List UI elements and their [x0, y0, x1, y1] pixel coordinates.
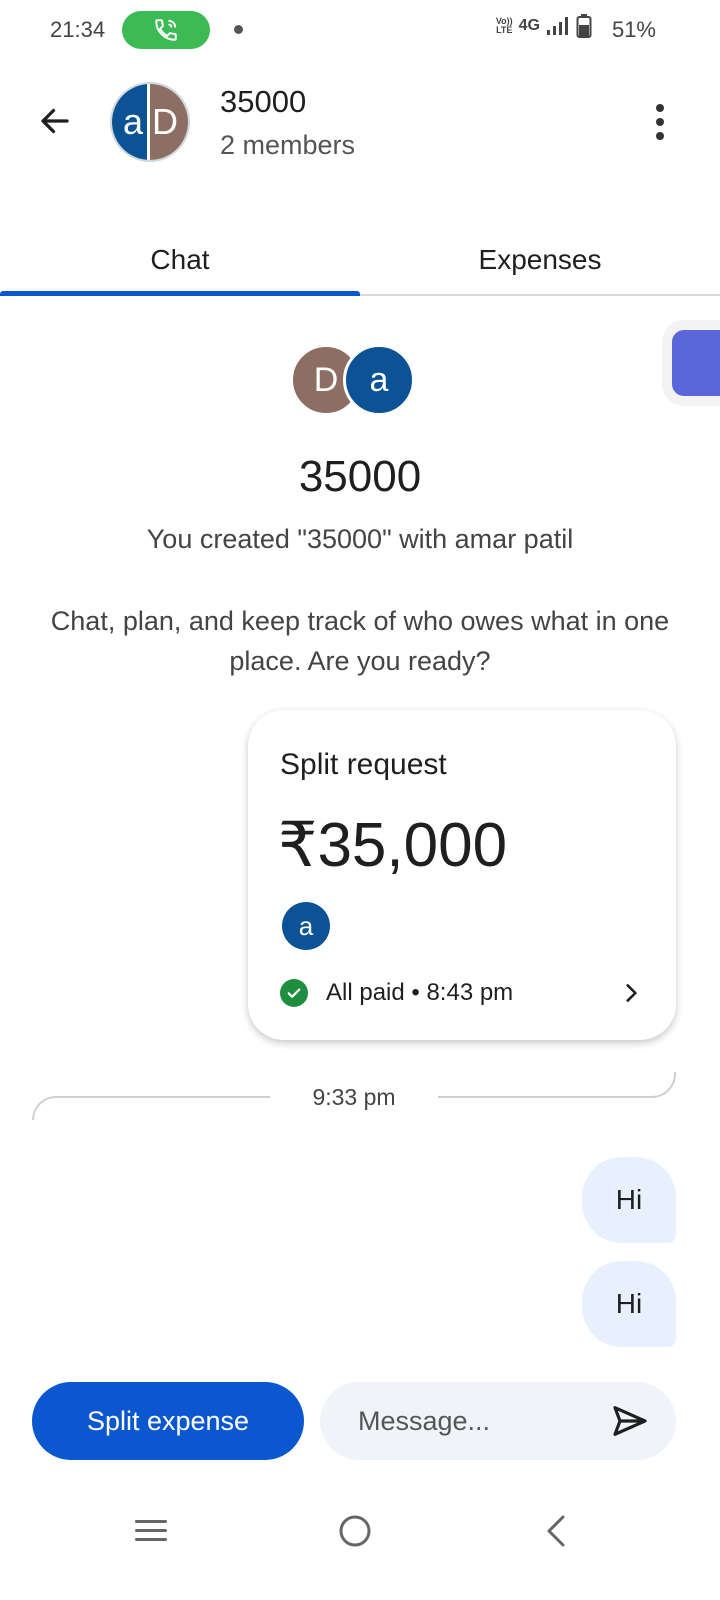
split-amount: ₹35,000 — [278, 811, 508, 880]
group-title[interactable]: 35000 — [220, 84, 306, 120]
avatar-half-a: a — [112, 84, 150, 160]
status-bar: 21:34 Vo)) LTE 4G 51% — [0, 0, 720, 60]
intro-description: Chat, plan, and keep track of who owes w… — [50, 606, 670, 676]
ongoing-call-pill[interactable] — [122, 11, 210, 49]
split-request-card[interactable]: Split request ₹35,000 a All paid • 8:43 … — [248, 710, 676, 1040]
time-divider: 9:33 pm — [32, 1072, 676, 1122]
tab-expenses[interactable]: Expenses — [360, 226, 720, 294]
nav-home-button[interactable] — [330, 1508, 380, 1554]
signal-icon — [547, 17, 568, 35]
split-request-label: Split request — [280, 748, 447, 781]
members-avatars: D a — [290, 344, 420, 416]
split-expense-button[interactable]: Split expense — [32, 1382, 304, 1460]
battery-icon — [576, 14, 592, 38]
arrow-left-icon — [41, 108, 69, 134]
check-circle-icon — [280, 979, 308, 1007]
created-text: You created "35000" with amar patil — [146, 524, 574, 554]
notification-dot — [234, 25, 243, 34]
split-status-row[interactable]: All paid • 8:43 pm — [280, 976, 644, 1010]
floating-side-button[interactable] — [672, 330, 720, 396]
back-button[interactable] — [30, 96, 80, 146]
more-vert-icon — [656, 104, 664, 112]
home-circle-icon — [339, 1515, 371, 1547]
volte-indicator: Vo)) LTE — [495, 16, 513, 35]
phone-call-icon — [155, 19, 177, 41]
menu-icon — [135, 1520, 167, 1541]
divider-time: 9:33 pm — [312, 1084, 396, 1110]
avatar: a — [343, 344, 415, 416]
avatar-half-d: D — [150, 84, 188, 160]
tab-bar: Chat Expenses — [0, 226, 720, 296]
nav-back-button[interactable] — [532, 1508, 582, 1554]
send-icon[interactable] — [610, 1401, 650, 1441]
chevron-left-icon — [547, 1515, 565, 1547]
nav-recents-button[interactable] — [126, 1508, 176, 1554]
group-avatar[interactable]: a D — [110, 82, 190, 162]
tab-chat[interactable]: Chat — [0, 226, 360, 296]
chevron-right-icon — [626, 984, 637, 1002]
message-bubble[interactable]: Hi — [582, 1157, 676, 1243]
message-composer — [320, 1382, 676, 1460]
member-count[interactable]: 2 members — [220, 130, 355, 161]
message-input[interactable] — [358, 1405, 608, 1437]
intro-title: 35000 — [298, 452, 422, 501]
avatar: a — [282, 902, 330, 950]
status-time: 21:34 — [50, 17, 106, 42]
network-indicators: Vo)) LTE 4G — [496, 14, 592, 38]
more-options-button[interactable] — [640, 100, 680, 144]
network-type: 4G — [518, 17, 540, 34]
battery-percent: 51% — [611, 17, 656, 42]
message-bubble[interactable]: Hi — [582, 1261, 676, 1347]
system-nav-bar — [0, 1490, 720, 1570]
split-status: All paid • 8:43 pm — [326, 979, 514, 1006]
